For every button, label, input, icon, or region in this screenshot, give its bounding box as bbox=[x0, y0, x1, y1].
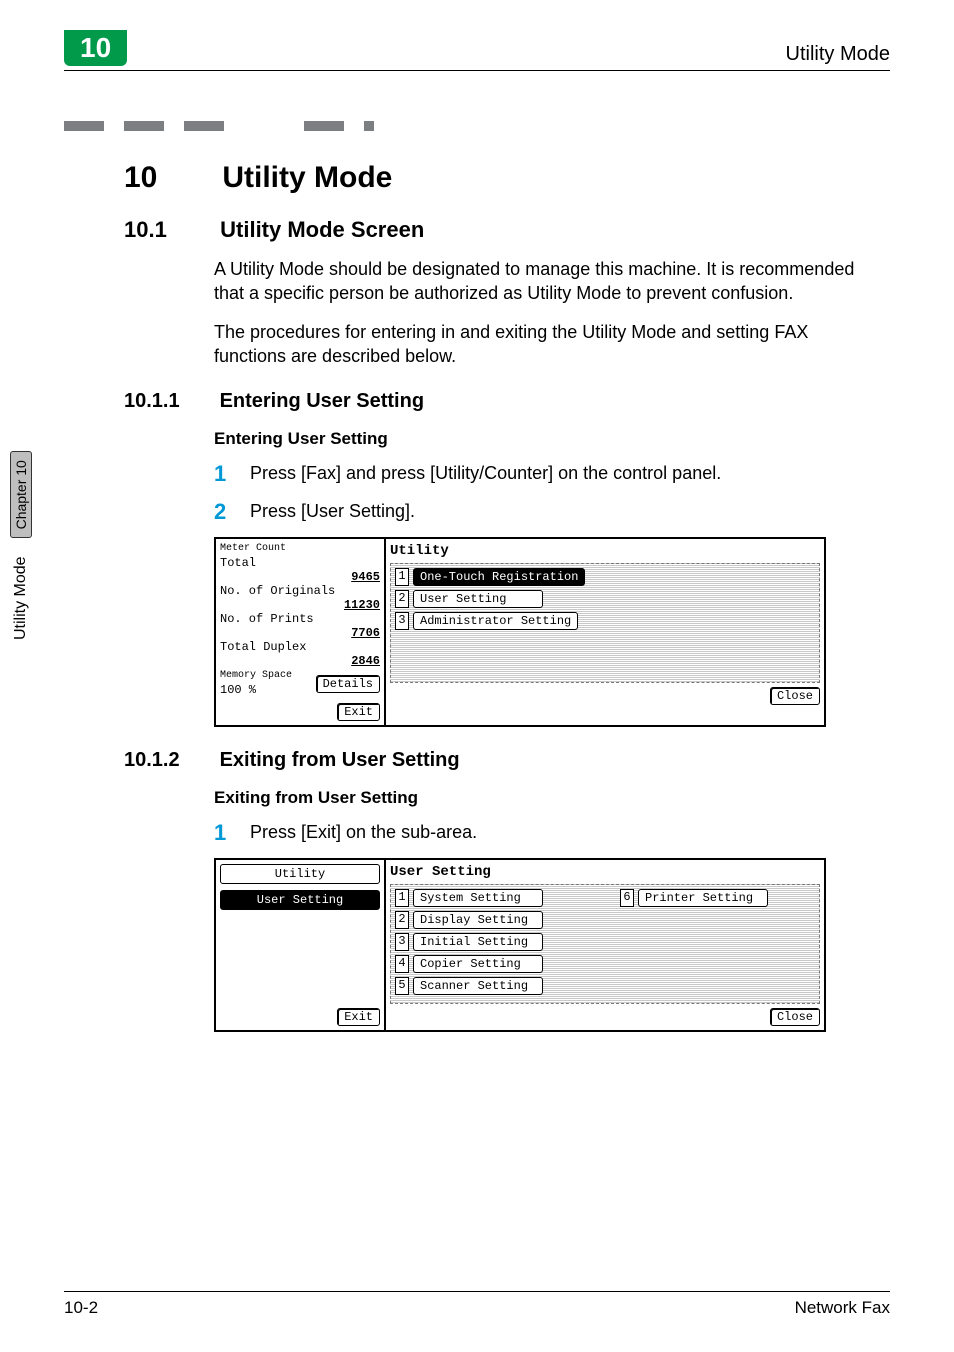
close-button[interactable]: Close bbox=[770, 687, 820, 705]
meter-row-value: 9465 bbox=[220, 570, 380, 584]
utility-tab[interactable]: Utility bbox=[220, 864, 380, 884]
menu-user-setting[interactable]: User Setting bbox=[413, 590, 543, 608]
section-10-1-1-number: 10.1.1 bbox=[124, 390, 214, 413]
section-10-1-1-heading: 10.1.1 Entering User Setting bbox=[124, 390, 890, 413]
menu-initial-setting[interactable]: Initial Setting bbox=[413, 933, 543, 951]
meter-row-value: 7706 bbox=[220, 626, 380, 640]
meter-row-label: No. of Originals bbox=[220, 584, 380, 598]
close-button[interactable]: Close bbox=[770, 1008, 820, 1026]
memory-space-value: 100 % bbox=[220, 683, 292, 697]
step-number: 2 bbox=[214, 499, 250, 525]
section-10-1-title: Utility Mode Screen bbox=[220, 217, 424, 242]
details-button[interactable]: Details bbox=[316, 675, 380, 693]
utility-menu-panel: Utility 1 One-Touch Registration 2 User … bbox=[386, 539, 824, 725]
chapter-badge: 10 bbox=[64, 30, 127, 66]
menu-copier-setting[interactable]: Copier Setting bbox=[413, 955, 543, 973]
meter-row-label: Total bbox=[220, 556, 380, 570]
section-10-1-1-runhead: Entering User Setting bbox=[214, 429, 890, 449]
exit-button[interactable]: Exit bbox=[337, 1008, 380, 1026]
side-chapter-tab: Chapter 10 bbox=[10, 451, 32, 538]
menu-item-number: 3 bbox=[395, 933, 409, 951]
menu-item-number: 4 bbox=[395, 955, 409, 973]
menu-one-touch-registration[interactable]: One-Touch Registration bbox=[413, 568, 585, 586]
section-10-1-heading: 10.1 Utility Mode Screen bbox=[124, 217, 890, 243]
section-10-1-1-title: Entering User Setting bbox=[220, 390, 424, 412]
menu-printer-setting[interactable]: Printer Setting bbox=[638, 889, 768, 907]
header-divider bbox=[64, 70, 890, 71]
section-10-1-para1: A Utility Mode should be designated to m… bbox=[214, 257, 874, 306]
meter-row-label: No. of Prints bbox=[220, 612, 380, 626]
step-text: Press [Fax] and press [Utility/Counter] … bbox=[250, 461, 721, 484]
section-10-1-2-heading: 10.1.2 Exiting from User Setting bbox=[124, 749, 890, 772]
menu-administrator-setting[interactable]: Administrator Setting bbox=[413, 612, 578, 630]
section-10-1-2-number: 10.1.2 bbox=[124, 749, 214, 772]
footer-product: Network Fax bbox=[795, 1298, 890, 1318]
menu-display-setting[interactable]: Display Setting bbox=[413, 911, 543, 929]
chapter-title-number: 10 bbox=[124, 161, 214, 195]
section-10-1-2-title: Exiting from User Setting bbox=[220, 749, 460, 771]
section-10-1-para2: The procedures for entering in and exiti… bbox=[214, 320, 874, 369]
menu-item-number: 3 bbox=[395, 612, 409, 630]
step-number: 1 bbox=[214, 820, 250, 846]
step-item: 1 Press [Fax] and press [Utility/Counter… bbox=[214, 461, 874, 487]
utility-panel-title: Utility bbox=[390, 543, 820, 559]
menu-item-number: 1 bbox=[395, 568, 409, 586]
user-setting-panel-title: User Setting bbox=[390, 864, 820, 880]
user-setting-menu-panel: User Setting 1 System Setting 2 Displa bbox=[386, 860, 824, 1030]
side-section-name: Utility Mode bbox=[12, 556, 30, 640]
page-number: 10-2 bbox=[64, 1298, 98, 1318]
menu-system-setting[interactable]: System Setting bbox=[413, 889, 543, 907]
decorative-strip bbox=[64, 119, 744, 133]
page-footer: 10-2 Network Fax bbox=[64, 1291, 890, 1318]
step-number: 1 bbox=[214, 461, 250, 487]
utility-screen-figure-1: Meter Count Total 9465 No. of Originals … bbox=[214, 537, 826, 727]
entering-steps: 1 Press [Fax] and press [Utility/Counter… bbox=[214, 461, 874, 525]
step-text: Press [User Setting]. bbox=[250, 499, 415, 522]
memory-space-label: Memory Space bbox=[220, 670, 292, 681]
step-text: Press [Exit] on the sub-area. bbox=[250, 820, 477, 843]
menu-item-number: 5 bbox=[395, 977, 409, 995]
side-label: Utility Mode Chapter 10 bbox=[10, 451, 32, 640]
menu-item-number: 2 bbox=[395, 911, 409, 929]
section-10-1-2-runhead: Exiting from User Setting bbox=[214, 788, 890, 808]
exit-button[interactable]: Exit bbox=[337, 703, 380, 721]
exiting-steps: 1 Press [Exit] on the sub-area. bbox=[214, 820, 874, 846]
user-setting-screen-figure-2: Utility User Setting Exit User Setting 1 bbox=[214, 858, 826, 1032]
chapter-title-text: Utility Mode bbox=[222, 161, 392, 194]
step-item: 1 Press [Exit] on the sub-area. bbox=[214, 820, 874, 846]
user-setting-tab[interactable]: User Setting bbox=[220, 890, 380, 910]
meter-row-value: 2846 bbox=[220, 654, 380, 668]
meter-row-value: 11230 bbox=[220, 598, 380, 612]
sub-area-panel: Utility User Setting Exit bbox=[216, 860, 386, 1030]
menu-item-number: 6 bbox=[620, 889, 634, 907]
meter-row-label: Total Duplex bbox=[220, 640, 380, 654]
meter-count-panel: Meter Count Total 9465 No. of Originals … bbox=[216, 539, 386, 725]
menu-scanner-setting[interactable]: Scanner Setting bbox=[413, 977, 543, 995]
menu-item-number: 1 bbox=[395, 889, 409, 907]
running-title: Utility Mode bbox=[786, 43, 890, 66]
step-item: 2 Press [User Setting]. bbox=[214, 499, 874, 525]
section-10-1-number: 10.1 bbox=[124, 217, 214, 243]
meter-count-title: Meter Count bbox=[220, 543, 380, 554]
chapter-title: 10 Utility Mode bbox=[124, 161, 890, 195]
menu-item-number: 2 bbox=[395, 590, 409, 608]
